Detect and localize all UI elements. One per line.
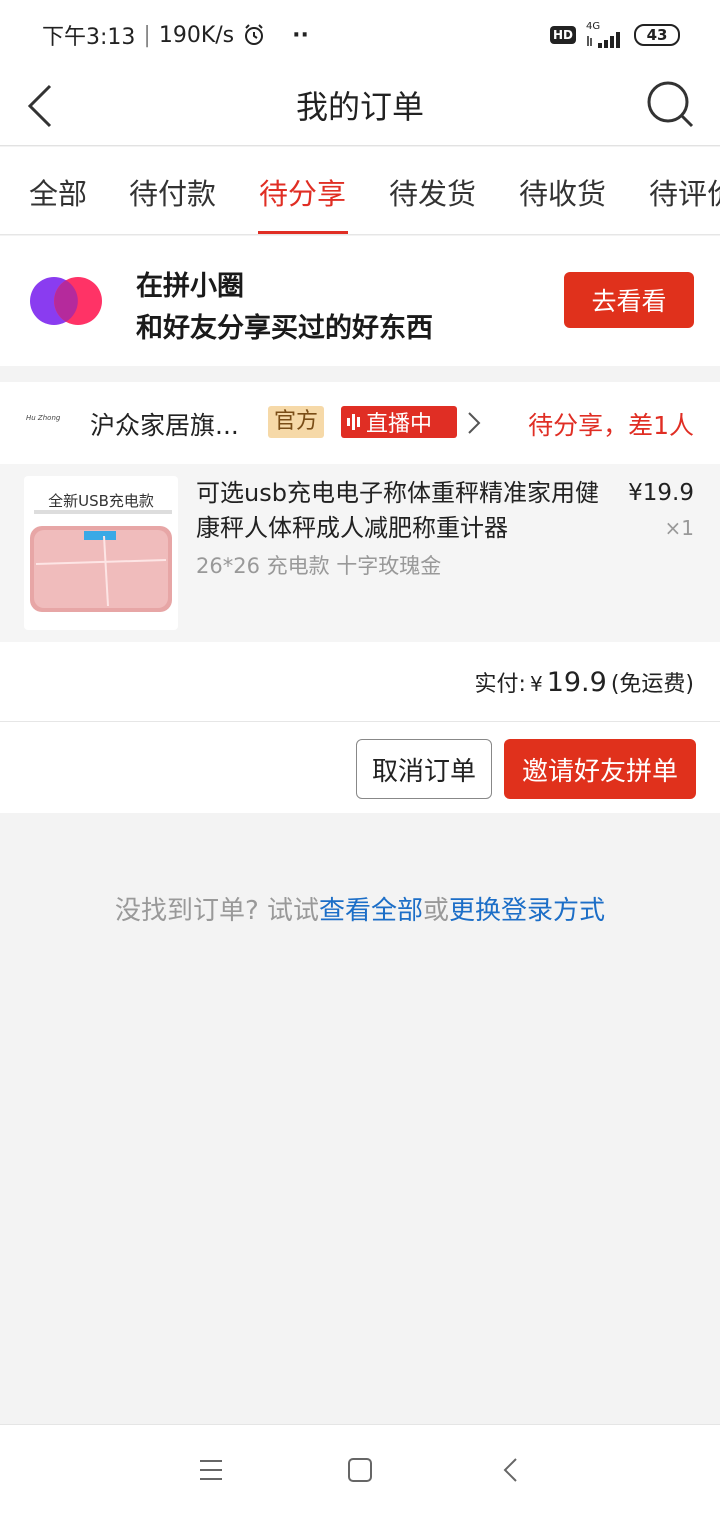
product-price: ¥19.9 [628, 480, 694, 506]
signal-icon [587, 32, 620, 48]
status-dots: ·· [292, 22, 309, 48]
product-spec: 26*26 充电款 十字玫瑰金 [196, 554, 442, 578]
search-icon[interactable] [646, 78, 694, 130]
hd-badge: HD [549, 26, 576, 44]
payment-summary: 实付: ¥ 19.9 (免运费) [475, 666, 694, 698]
system-nav-bar [0, 1424, 720, 1520]
empty-hint: 没找到订单? 试试查看全部或更换登录方式 [0, 890, 720, 927]
order-actions: 取消订单 邀请好友拼单 [0, 723, 720, 813]
chevron-right-icon[interactable] [466, 410, 482, 436]
shop-logo: Hu Zhong [26, 414, 61, 422]
nav-bar: 我的订单 [0, 70, 720, 146]
shipping-note: (免运费) [610, 672, 694, 697]
live-bars-icon [347, 414, 360, 430]
active-tab-indicator [258, 231, 348, 234]
status-bar: 下午3:13 | 190K/s ·· HD 4G 43 [0, 0, 720, 70]
live-badge-label: 直播中 [366, 412, 433, 437]
product-title[interactable]: 可选usb充电电子称体重秤精准家用健康秤人体秤成人减肥称重计器 [196, 476, 606, 546]
status-time: 下午3:13 [42, 25, 136, 50]
payment-label: 实付: [474, 672, 526, 697]
order-card: Hu Zhong 沪众家居旗... 官方 直播中 待分享，差1人 全新USB充电… [0, 382, 720, 813]
battery-level: 43 [646, 26, 668, 44]
live-badge[interactable]: 直播中 [341, 406, 457, 438]
tab-pending-shipment[interactable]: 待发货 [389, 171, 476, 213]
go-see-button[interactable]: 去看看 [564, 272, 694, 328]
alarm-icon [245, 24, 264, 45]
order-status: 待分享，差1人 [528, 411, 694, 440]
tab-pending-payment[interactable]: 待付款 [129, 171, 216, 213]
cancel-order-button[interactable]: 取消订单 [356, 739, 492, 799]
network-label: 4G [586, 21, 601, 32]
shop-row[interactable]: Hu Zhong 沪众家居旗... 官方 直播中 待分享，差1人 [0, 382, 720, 464]
tab-pending-review[interactable]: 待评价 [649, 171, 720, 213]
empty-hint-or: 或 [423, 896, 450, 926]
circle-banner: 在拼小圈 和好友分享买过的好东西 去看看 [0, 236, 720, 366]
tab-all[interactable]: 全部 [29, 171, 87, 213]
tab-pending-receipt[interactable]: 待收货 [519, 171, 606, 213]
network-type: 4G [586, 22, 624, 48]
status-separator: | [143, 22, 151, 48]
pin-circle-logo-icon [30, 277, 102, 325]
scale-product-picture [30, 510, 172, 612]
circle-subtitle: 和好友分享买过的好东西 [136, 313, 433, 344]
payment-currency: ¥ [529, 672, 543, 696]
order-tabs: 全部 待付款 待分享 待发货 待收货 待评价 [0, 147, 720, 235]
page-title: 我的订单 [295, 88, 424, 126]
home-icon[interactable] [345, 1455, 375, 1485]
empty-hint-prefix: 没找到订单? 试试 [114, 896, 320, 926]
view-all-link[interactable]: 查看全部 [319, 896, 423, 926]
status-network-speed: 190K/s [158, 22, 235, 48]
invite-friends-button[interactable]: 邀请好友拼单 [504, 739, 696, 799]
shop-name[interactable]: 沪众家居旗... [90, 406, 239, 442]
payment-amount: 19.9 [546, 667, 607, 698]
menu-icon[interactable] [196, 1455, 226, 1485]
circle-title: 在拼小圈 [136, 271, 244, 302]
product-quantity: ×1 [664, 516, 694, 540]
official-badge: 官方 [268, 406, 325, 438]
tab-pending-share[interactable]: 待分享 [259, 171, 346, 213]
battery-icon: 43 [634, 24, 680, 46]
order-item[interactable]: 全新USB充电款 可选usb充电电子称体重秤精准家用健康秤人体秤成人减肥称重计器… [0, 464, 720, 642]
payment-row: 实付: ¥ 19.9 (免运费) [0, 642, 720, 722]
system-back-icon[interactable] [496, 1455, 526, 1485]
product-image[interactable]: 全新USB充电款 [24, 476, 178, 630]
change-login-link[interactable]: 更换登录方式 [449, 896, 605, 926]
